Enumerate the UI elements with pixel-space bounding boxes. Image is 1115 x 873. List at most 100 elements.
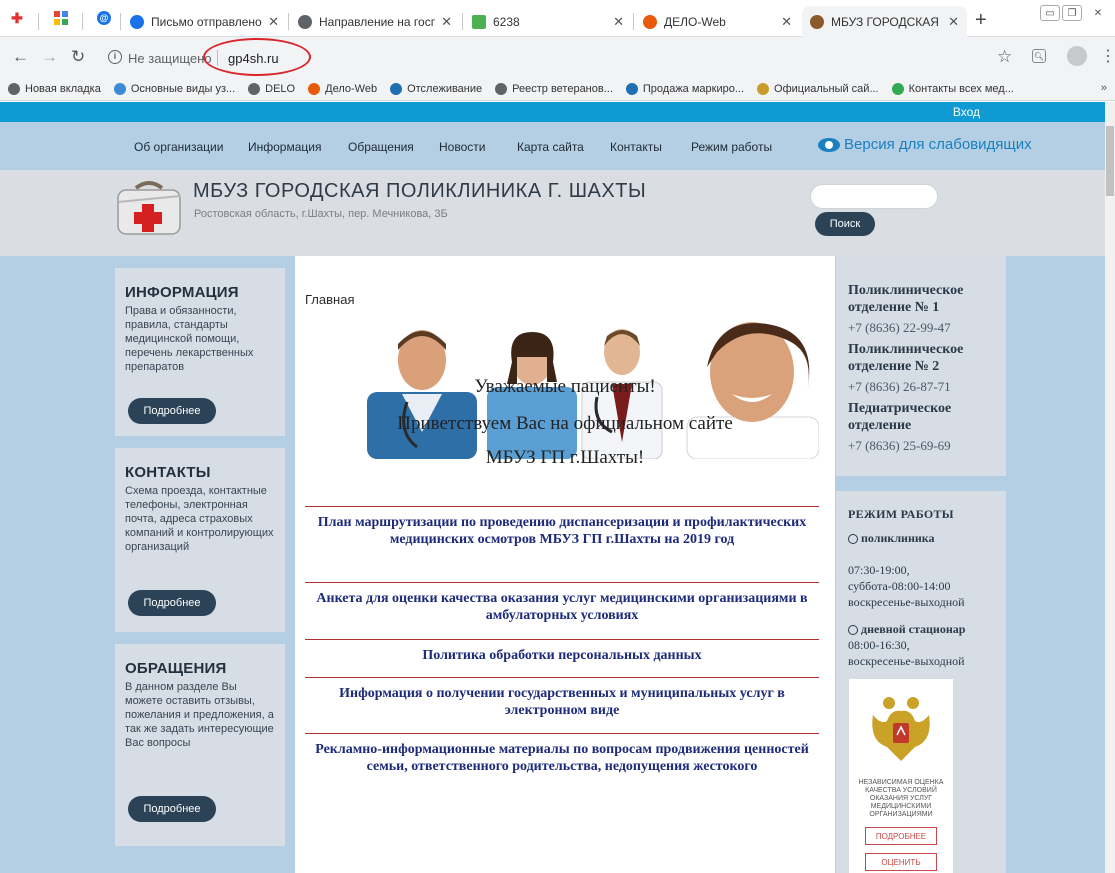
- web-page: Вход Об организации Информация Обращения…: [0, 102, 1115, 873]
- appeals-card-title[interactable]: ОБРАЩЕНИЯ: [125, 660, 285, 677]
- security-status[interactable]: Не защищено: [128, 51, 212, 66]
- bookmark-item[interactable]: Официальный сай...: [757, 82, 879, 95]
- doc-link-gov-services[interactable]: Информация о получении государственных и…: [305, 677, 819, 719]
- tab-separator: [288, 13, 289, 30]
- bookmark-favicon-icon: [113, 82, 126, 95]
- bookmark-item[interactable]: Продажа маркиро...: [625, 82, 745, 95]
- doc-link-quality-survey[interactable]: Анкета для оценки качества оказания услу…: [305, 582, 819, 624]
- pinned-tab-mail-icon[interactable]: @: [95, 9, 113, 27]
- department-phone[interactable]: +7 (8636) 26-87-71: [848, 379, 1006, 395]
- tab-close-icon[interactable]: ✕: [268, 14, 279, 30]
- department-name: Поликлиническое отделение № 2: [848, 342, 964, 374]
- bookmark-item[interactable]: Дело-Web: [308, 82, 377, 95]
- search-button[interactable]: Поиск: [815, 212, 875, 236]
- badge-rate-button[interactable]: ОЦЕНИТЬ: [865, 853, 937, 871]
- browser-menu-icon[interactable]: ⋮: [1100, 46, 1115, 66]
- accessibility-version-link[interactable]: Версия для слабовидящих: [818, 136, 1032, 153]
- info-card-text: Права и обязанности, правила, стандарты …: [125, 305, 254, 373]
- bookmark-star-icon[interactable]: ☆: [997, 47, 1012, 67]
- badge-caption: Независимая оценка качества условий оказ…: [858, 779, 944, 818]
- info-card-title[interactable]: ИНФОРМАЦИЯ: [125, 284, 285, 301]
- delo-favicon-icon: [308, 82, 321, 95]
- bookmark-label: Официальный сай...: [774, 82, 879, 95]
- close-window-icon[interactable]: ✕: [1088, 5, 1108, 21]
- double-headed-eagle-emblem-icon: [872, 697, 930, 761]
- tab-label: Письмо отправлено - П: [151, 14, 262, 29]
- tab-separator: [633, 13, 634, 30]
- daycare-hours-label: дневной стационар: [848, 622, 1006, 637]
- department-phone[interactable]: +7 (8636) 25-69-69: [848, 438, 1006, 454]
- back-arrow-icon[interactable]: ←: [12, 47, 29, 67]
- greeting-line-1: Уважаемые пациенты!: [474, 376, 656, 397]
- contacts-more-button[interactable]: Подробнее: [128, 590, 216, 616]
- breadcrumb[interactable]: Главная: [305, 292, 354, 307]
- contacts-favicon-icon: [891, 82, 904, 95]
- clock-icon: [848, 624, 858, 635]
- bookmark-item[interactable]: Отслеживание: [390, 82, 482, 95]
- site-header: МБУЗ ГОРОДСКАЯ ПОЛИКЛИНИКА Г. ШАХТЫ Рост…: [0, 170, 1115, 256]
- tab-close-icon[interactable]: ✕: [441, 14, 452, 30]
- tab-6238[interactable]: 6238 ✕: [464, 6, 632, 37]
- badge-more-button[interactable]: ПОДРОБНЕЕ: [865, 827, 937, 845]
- clinic-hours-line: суббота-08:00-14:00: [848, 579, 951, 593]
- quality-assessment-badge[interactable]: Независимая оценка качества условий оказ…: [849, 679, 953, 873]
- nav-work-hours[interactable]: Режим работы: [691, 140, 772, 154]
- extension-search-icon[interactable]: 🔍︎: [1032, 49, 1046, 63]
- tab-close-icon[interactable]: ✕: [613, 14, 624, 30]
- info-icon[interactable]: i: [108, 50, 122, 64]
- tab-polyclinic-active[interactable]: МБУЗ ГОРОДСКАЯ ПОЛ ✕: [802, 6, 967, 37]
- tab-separator: [120, 13, 121, 30]
- minimize-window-icon[interactable]: ▭: [1040, 5, 1060, 21]
- department-phone[interactable]: +7 (8636) 22-99-47: [848, 320, 1006, 336]
- site-title[interactable]: МБУЗ ГОРОДСКАЯ ПОЛИКЛИНИКА Г. ШАХТЫ: [193, 180, 646, 203]
- pinned-tab-grid-icon[interactable]: [52, 9, 70, 27]
- bookmark-item[interactable]: Контакты всех мед...: [891, 82, 1014, 95]
- appeals-more-button[interactable]: Подробнее: [128, 796, 216, 822]
- pinned-tab-medical-cross-icon[interactable]: ✚: [8, 9, 26, 27]
- globe-icon: [495, 82, 508, 95]
- profile-avatar[interactable]: [1067, 46, 1087, 66]
- bookmark-label: Основные виды уз...: [130, 82, 236, 95]
- emblem-favicon-icon: [757, 82, 770, 95]
- nav-information[interactable]: Информация: [248, 140, 321, 154]
- doc-link-family-values[interactable]: Рекламно-информационные материалы по воп…: [305, 733, 819, 775]
- appeals-card: ОБРАЩЕНИЯ В данном разделе Вы можете ост…: [115, 644, 285, 846]
- bookmarks-overflow-button[interactable]: »: [1101, 82, 1107, 94]
- doc-link-dispensary-plan[interactable]: План маршрутизации по проведению диспанс…: [305, 506, 819, 548]
- bookmark-label: Продажа маркиро...: [642, 82, 745, 95]
- nav-contacts[interactable]: Контакты: [610, 140, 662, 154]
- new-tab-button[interactable]: +: [975, 9, 987, 32]
- info-more-button[interactable]: Подробнее: [128, 398, 216, 424]
- url-highlight-annotation: [203, 38, 311, 76]
- login-link[interactable]: Вход: [953, 105, 980, 119]
- forward-arrow-icon[interactable]: →: [41, 47, 58, 67]
- clinic-label: поликлиника: [861, 531, 935, 545]
- nav-news[interactable]: Новости: [439, 140, 485, 154]
- tab-close-icon[interactable]: ✕: [781, 14, 792, 30]
- contacts-card-title[interactable]: КОНТАКТЫ: [125, 464, 285, 481]
- address-bar-row: ← → ↻ i Не защищено gp4sh.ru ☆ 🔍︎ ⋮: [0, 37, 1115, 77]
- scrollbar-thumb[interactable]: [1106, 126, 1114, 196]
- search-input[interactable]: [810, 184, 938, 209]
- bookmark-item[interactable]: Новая вкладка: [8, 82, 101, 95]
- tab-mail[interactable]: Письмо отправлено - П ✕: [122, 6, 287, 37]
- restore-window-icon[interactable]: ❐: [1062, 5, 1082, 21]
- nav-sitemap[interactable]: Карта сайта: [517, 140, 584, 154]
- mail-favicon-icon: [130, 14, 144, 29]
- nav-appeals[interactable]: Обращения: [348, 140, 414, 154]
- eye-icon: [818, 137, 840, 152]
- bookmark-item[interactable]: DELO: [248, 82, 295, 95]
- tab-hospital-referral[interactable]: Направление на госпит ✕: [290, 6, 460, 37]
- page-scrollbar[interactable]: [1105, 102, 1115, 873]
- nav-about[interactable]: Об организации: [134, 140, 223, 154]
- reload-icon[interactable]: ↻: [71, 47, 85, 67]
- bookmark-item[interactable]: Основные виды уз...: [113, 82, 236, 95]
- tab-close-icon[interactable]: ✕: [948, 14, 959, 30]
- bookmark-label: Контакты всех мед...: [908, 82, 1014, 95]
- doc-link-privacy-policy[interactable]: Политика обработки персональных данных: [305, 639, 819, 664]
- bookmark-item[interactable]: Реестр ветеранов...: [495, 82, 613, 95]
- appeals-card-text: В данном разделе Вы можете оставить отзы…: [125, 681, 274, 749]
- tab-separator: [82, 13, 83, 30]
- tab-delo-web[interactable]: ДЕЛО-Web ✕: [635, 6, 800, 37]
- medical-bag-logo-icon[interactable]: [110, 176, 188, 240]
